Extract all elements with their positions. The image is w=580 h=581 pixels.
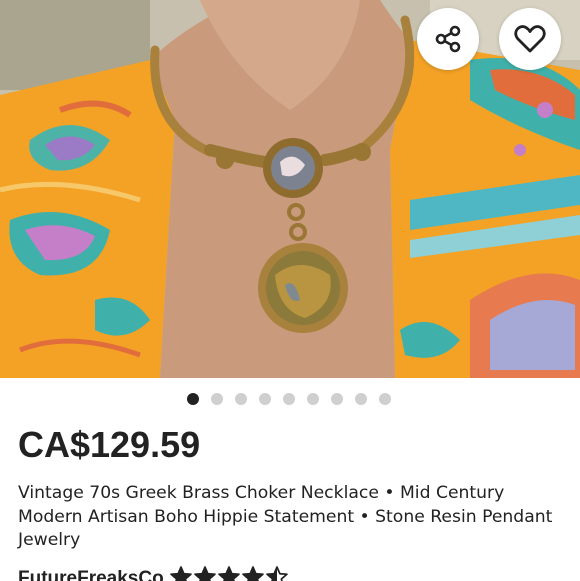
gallery-pagination [0,393,580,407]
share-icon [435,25,461,53]
star-full-icon [241,566,264,581]
listing-title: Vintage 70s Greek Brass Choker Necklace … [18,483,553,550]
star-full-icon [193,566,216,581]
gallery-dot[interactable] [307,393,319,405]
gallery-dot[interactable] [259,393,271,405]
star-half-icon [265,566,288,581]
star-full-icon [169,566,192,581]
star-full-icon [217,566,240,581]
product-photo [0,0,580,378]
heart-icon [514,25,546,53]
seller-name-link[interactable]: FutureFreaksCo [18,568,164,581]
gallery-dot[interactable] [283,393,295,405]
gallery-dot[interactable] [355,393,367,405]
listing-price: CA$129.59 [18,424,201,465]
gallery-dot[interactable] [331,393,343,405]
gallery-dot[interactable] [187,393,199,405]
gallery-dot[interactable] [235,393,247,405]
seller-rating [169,566,290,581]
gallery-dot[interactable] [211,393,223,405]
share-button[interactable] [417,8,479,70]
gallery-dot[interactable] [379,393,391,405]
listing-page: CA$129.59 Vintage 70s Greek Brass Choker… [0,0,580,581]
product-image[interactable] [0,0,580,378]
seller-row: FutureFreaksCo [18,564,290,581]
favorite-button[interactable] [499,8,561,70]
